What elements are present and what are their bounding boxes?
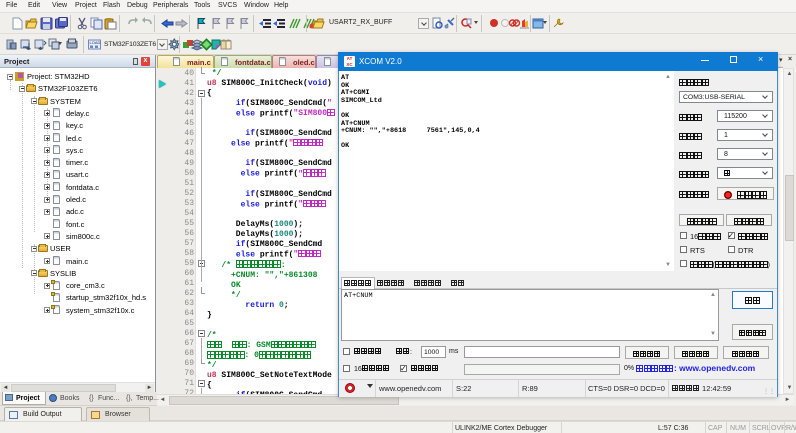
svg-text:LOAD: LOAD — [90, 40, 101, 45]
